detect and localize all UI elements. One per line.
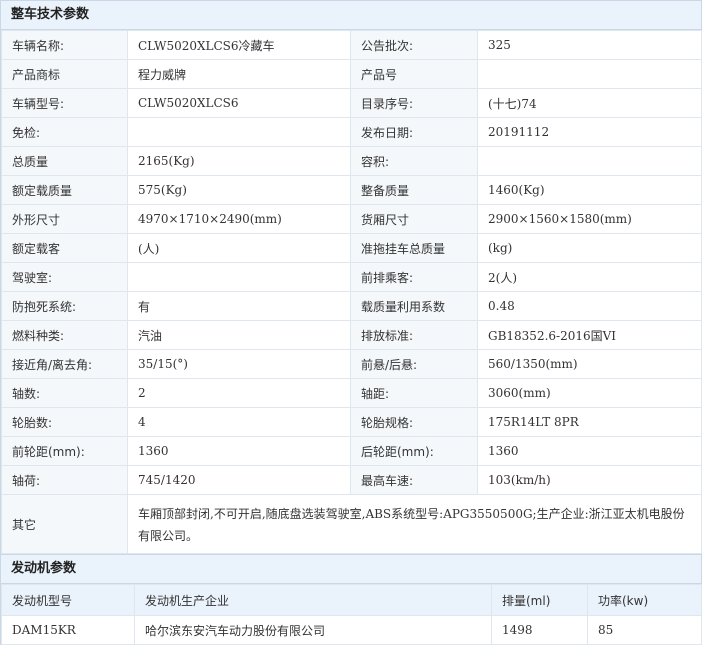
spec-label: 后轮距(mm): <box>350 436 478 466</box>
spec-label: 车辆名称: <box>1 30 128 60</box>
spec-label: 外形尺寸 <box>1 204 128 234</box>
spec-value: CLW5020XLCS6 <box>127 88 351 118</box>
table-row: 驾驶室: 前排乘客: 2(人) <box>1 262 702 292</box>
engine-maker: 哈尔滨东安汽车动力股份有限公司 <box>134 615 492 645</box>
table-row: 防抱死系统: 有载质量利用系数 0.48 <box>1 291 702 321</box>
spec-label: 产品号 <box>350 59 478 89</box>
spec-label: 产品商标 <box>1 59 128 89</box>
spec-label: 前排乘客: <box>350 262 478 292</box>
table-row: 额定载客 (人) 准拖挂车总质量 (kg) <box>1 233 702 263</box>
spec-label: 总质量 <box>1 146 128 176</box>
spec-value: 103(km/h) <box>477 465 702 495</box>
table-row: 轴荷: 745/1420 最高车速: 103(km/h) <box>1 465 702 495</box>
spec-label: 轴距: <box>350 378 478 408</box>
spec-label: 前悬/后悬: <box>350 349 478 379</box>
engine-model: DAM15KR <box>1 615 135 645</box>
spec-value <box>127 117 351 147</box>
spec-value: 745/1420 <box>127 465 351 495</box>
spec-value: 575(Kg) <box>127 175 351 205</box>
spec-label: 免检: <box>1 117 128 147</box>
spec-value <box>127 262 351 292</box>
spec-label: 额定载质量 <box>1 175 128 205</box>
spec-value: 程力威牌 <box>127 59 351 89</box>
spec-value: CLW5020XLCS6冷藏车 <box>127 30 351 60</box>
engine-header-maker: 发动机生产企业 <box>134 584 492 616</box>
spec-label: 准拖挂车总质量 <box>350 233 478 263</box>
spec-label: 货厢尺寸 <box>350 204 478 234</box>
spec-value: 325 <box>477 30 702 60</box>
other-label: 其它 <box>1 494 128 554</box>
table-row: 轮胎数: 4 轮胎规格: 175R14LT 8PR <box>1 407 702 437</box>
engine-displacement: 1498 <box>491 615 588 645</box>
table-row: 燃料种类: 汽油 排放标准: GB18352.6-2016国VI <box>1 320 702 350</box>
spec-label: 驾驶室: <box>1 262 128 292</box>
spec-value: 有 <box>127 291 351 321</box>
spec-value: 2(人) <box>477 262 702 292</box>
spec-label: 轴荷: <box>1 465 128 495</box>
spec-value: 汽油 <box>127 320 351 350</box>
table-row: 总质量 2165(Kg) 容积: <box>1 146 702 176</box>
spec-label: 防抱死系统: <box>1 291 128 321</box>
vehicle-spec-table: 车辆名称: CLW5020XLCS6冷藏车 公告批次: 325 产品商标 程力威牌 产品号车… <box>1 30 702 554</box>
spec-value: (人) <box>127 233 351 263</box>
spec-value: GB18352.6-2016国VI <box>477 320 702 350</box>
spec-value: 35/15(°) <box>127 349 351 379</box>
spec-label: 轮胎数: <box>1 407 128 437</box>
spec-value: 560/1350(mm) <box>477 349 702 379</box>
table-row: 产品商标 程力威牌 产品号 <box>1 59 702 89</box>
spec-label: 排放标准: <box>350 320 478 350</box>
table-row: 外形尺寸 4970×1710×2490(mm) 货厢尺寸 2900×1560×1580… <box>1 204 702 234</box>
table-row: 轴数: 2 轴距: 3060(mm) <box>1 378 702 408</box>
spec-label: 额定载客 <box>1 233 128 263</box>
spec-label: 接近角/离去角: <box>1 349 128 379</box>
spec-label: 公告批次: <box>350 30 478 60</box>
table-row: 车辆型号: CLW5020XLCS6 目录序号: (十七)74 <box>1 88 702 118</box>
table-row: 车辆名称: CLW5020XLCS6冷藏车 公告批次: 325 <box>1 30 702 60</box>
spec-value: 20191112 <box>477 117 702 147</box>
spec-value: 2 <box>127 378 351 408</box>
spec-label: 容积: <box>350 146 478 176</box>
spec-label: 轮胎规格: <box>350 407 478 437</box>
spec-label: 轴数: <box>1 378 128 408</box>
engine-power: 85 <box>587 615 702 645</box>
table-row: 接近角/离去角: 35/15(°) 前悬/后悬: 560/1350(mm) <box>1 349 702 379</box>
spec-value: 175R14LT 8PR <box>477 407 702 437</box>
engine-section-title: 发动机参数 <box>1 554 701 584</box>
spec-label: 载质量利用系数 <box>350 291 478 321</box>
engine-header-model: 发动机型号 <box>1 584 135 616</box>
spec-panel: 整车技术参数 车辆名称: CLW5020XLCS6冷藏车 公告批次: 325 产品商标程… <box>0 0 702 645</box>
spec-value: 3060(mm) <box>477 378 702 408</box>
table-row: 前轮距(mm): 1360 后轮距(mm): 1360 <box>1 436 702 466</box>
spec-value: (十七)74 <box>477 88 702 118</box>
table-row: 免检: 发布日期: 20191112 <box>1 117 702 147</box>
spec-value: 4970×1710×2490(mm) <box>127 204 351 234</box>
spec-label: 整备质量 <box>350 175 478 205</box>
spec-value <box>477 146 702 176</box>
spec-label: 目录序号: <box>350 88 478 118</box>
spec-value: 2900×1560×1580(mm) <box>477 204 702 234</box>
vehicle-section-title: 整车技术参数 <box>1 0 701 30</box>
spec-label: 发布日期: <box>350 117 478 147</box>
spec-value: 1360 <box>477 436 702 466</box>
table-row: 额定载质量 575(Kg) 整备质量 1460(Kg) <box>1 175 702 205</box>
spec-value <box>477 59 702 89</box>
spec-value: 0.48 <box>477 291 702 321</box>
spec-label: 车辆型号: <box>1 88 128 118</box>
spec-label: 前轮距(mm): <box>1 436 128 466</box>
spec-value: 4 <box>127 407 351 437</box>
spec-value: 1460(Kg) <box>477 175 702 205</box>
spec-value: 2165(Kg) <box>127 146 351 176</box>
engine-header-power: 功率(kw) <box>587 584 702 616</box>
engine-header-displacement: 排量(ml) <box>491 584 588 616</box>
engine-header-row: 发动机型号 发动机生产企业 排量(ml) 功率(kw) <box>1 584 702 616</box>
spec-label: 燃料种类: <box>1 320 128 350</box>
spec-label: 最高车速: <box>350 465 478 495</box>
spec-value: 1360 <box>127 436 351 466</box>
spec-value: (kg) <box>477 233 702 263</box>
engine-spec-table: 发动机型号 发动机生产企业 排量(ml) 功率(kw) DAM15KR 哈尔滨东… <box>1 584 702 645</box>
table-row: DAM15KR 哈尔滨东安汽车动力股份有限公司 1498 85 <box>1 615 702 645</box>
other-value: 车厢顶部封闭,不可开启,随底盘选装驾驶室,ABS系统型号:APG3550500G… <box>127 494 702 554</box>
table-row-other: 其它 车厢顶部封闭,不可开启,随底盘选装驾驶室,ABS系统型号:APG35505… <box>1 494 702 554</box>
